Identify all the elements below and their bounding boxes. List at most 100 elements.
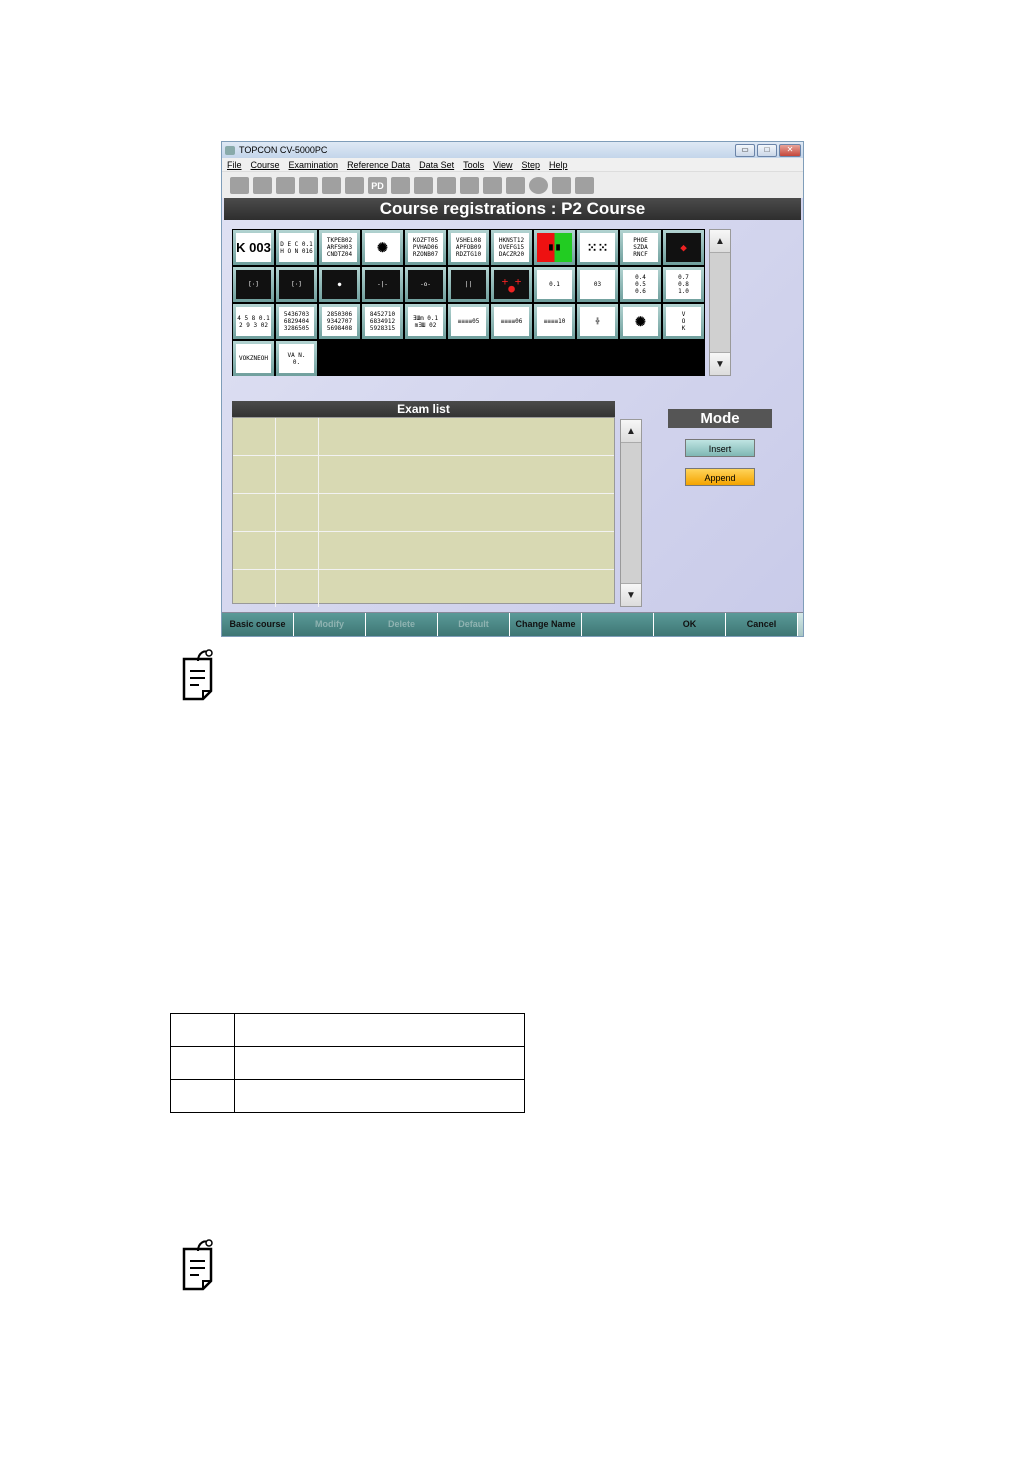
- chart-button[interactable]: -|-: [362, 267, 403, 302]
- chart-button[interactable]: -o-: [405, 267, 446, 302]
- grid-icon[interactable]: [437, 177, 456, 194]
- chart-button[interactable]: [·]: [276, 267, 317, 302]
- chart-button[interactable]: 2850306 9342707 5698408: [319, 304, 360, 339]
- chart-button[interactable]: [·]: [233, 267, 274, 302]
- exam-row[interactable]: [233, 532, 614, 570]
- cancel-button[interactable]: Cancel: [726, 613, 798, 636]
- book-icon[interactable]: [506, 177, 525, 194]
- ok-button[interactable]: OK: [654, 613, 726, 636]
- glasses-icon[interactable]: [276, 177, 295, 194]
- person2-icon[interactable]: [552, 177, 571, 194]
- chart-button[interactable]: VOKZNEOH: [233, 341, 274, 376]
- speech2-icon[interactable]: [483, 177, 502, 194]
- menu-view[interactable]: View: [493, 160, 512, 170]
- menu-reference-data[interactable]: Reference Data: [347, 160, 410, 170]
- table-cell: [234, 1013, 525, 1047]
- patient-icon[interactable]: [230, 177, 249, 194]
- menu-step[interactable]: Step: [522, 160, 541, 170]
- chart-button[interactable]: 4 5 8 0.1 2 9 3 02: [233, 304, 274, 339]
- mode-title: Mode: [668, 409, 772, 428]
- chart-button[interactable]: ||: [448, 267, 489, 302]
- page-title: Course registrations : P2 Course: [224, 198, 801, 220]
- lens-icon[interactable]: [299, 177, 318, 194]
- menu-examination[interactable]: Examination: [289, 160, 339, 170]
- chart-button[interactable]: 0.1: [534, 267, 575, 302]
- exam-scroll-down-button[interactable]: ▼: [621, 583, 641, 606]
- modify-button[interactable]: Modify: [294, 613, 366, 636]
- scroll-down-button[interactable]: ▼: [710, 352, 730, 375]
- blank-button[interactable]: [582, 613, 654, 636]
- append-button[interactable]: Append: [685, 468, 755, 486]
- chart-button[interactable]: ⁙⁙: [577, 230, 618, 265]
- delete-button[interactable]: Delete: [366, 613, 438, 636]
- insert-button[interactable]: Insert: [685, 439, 755, 457]
- speech-icon[interactable]: [460, 177, 479, 194]
- chart-thumbnail: PHOE SZDA RNCF: [623, 233, 658, 262]
- menu-course[interactable]: Course: [251, 160, 280, 170]
- chart-scrollbar[interactable]: ▲ ▼: [709, 229, 731, 376]
- chart-thumbnail: 0.4 0.5 0.6: [623, 270, 658, 299]
- exam-list: Exam list: [232, 401, 615, 607]
- chart-button[interactable]: 8452710 6834912 5928315: [362, 304, 403, 339]
- menu-data-set[interactable]: Data Set: [419, 160, 454, 170]
- chart-button[interactable]: 5436703 6829404 3286505: [276, 304, 317, 339]
- person-icon[interactable]: [253, 177, 272, 194]
- chart-button[interactable]: ≡≡≡≡06: [491, 304, 532, 339]
- chart-thumbnail: -o-: [408, 270, 443, 299]
- chart-button[interactable]: ≡≡≡≡05: [448, 304, 489, 339]
- minimize-button[interactable]: ▭: [735, 144, 755, 157]
- change-name-button[interactable]: Change Name: [510, 613, 582, 636]
- chart-button[interactable]: K 003: [233, 230, 274, 265]
- exam-row[interactable]: [233, 456, 614, 494]
- title-bar: TOPCON CV-5000PC ▭ □ ✕: [222, 142, 803, 158]
- va-icon[interactable]: [414, 177, 433, 194]
- exam-row[interactable]: [233, 418, 614, 456]
- chart-button[interactable]: ▇ ▇: [534, 230, 575, 265]
- chart-button[interactable]: ●: [319, 267, 360, 302]
- default-button[interactable]: Default: [438, 613, 510, 636]
- chart-button[interactable]: PHOE SZDA RNCF: [620, 230, 661, 265]
- chart-button[interactable]: ◆: [663, 230, 704, 265]
- scroll-up-button[interactable]: ▲: [710, 230, 730, 253]
- window-title: TOPCON CV-5000PC: [239, 145, 328, 155]
- wrench-icon[interactable]: [575, 177, 594, 194]
- maximize-button[interactable]: □: [757, 144, 777, 157]
- exam-scroll-up-button[interactable]: ▲: [621, 420, 641, 443]
- chart-thumbnail: HKNST12 OVEFG15 DACZR20: [494, 233, 529, 262]
- menu-tools[interactable]: Tools: [463, 160, 484, 170]
- menu-bar: File Course Examination Reference Data D…: [222, 158, 803, 171]
- card-icon[interactable]: [345, 177, 364, 194]
- data-icon[interactable]: [322, 177, 341, 194]
- circle-icon[interactable]: [529, 177, 548, 194]
- table-cell: [170, 1013, 235, 1047]
- chart-button[interactable]: HKNST12 OVEFG15 DACZR20: [491, 230, 532, 265]
- chart-button[interactable]: ƎШm 0.1 mƎШ 02: [405, 304, 446, 339]
- chart-button[interactable]: KOZFT05 PVHAD06 RZONB07: [405, 230, 446, 265]
- exam-row[interactable]: [233, 570, 614, 607]
- chart-button[interactable]: D E C 0.1 H O N 016: [276, 230, 317, 265]
- chart-button[interactable]: ✺: [620, 304, 661, 339]
- exam-row[interactable]: [233, 494, 614, 532]
- chart-button[interactable]: TKPEB02 ARFSH03 CNDTZ04: [319, 230, 360, 265]
- chart-button[interactable]: V O K: [663, 304, 704, 339]
- chart-button[interactable]: 0.7 0.8 1.0: [663, 267, 704, 302]
- basic-course-button[interactable]: Basic course: [222, 613, 294, 636]
- chart-button[interactable]: ╬: [577, 304, 618, 339]
- exam-list-body[interactable]: [232, 417, 615, 607]
- chart-button[interactable]: ✺: [362, 230, 403, 265]
- chart-button[interactable]: 0.4 0.5 0.6: [620, 267, 661, 302]
- exam-cell: [233, 418, 276, 455]
- chart-button[interactable]: VSHEL08 APFOB09 RDZTG10: [448, 230, 489, 265]
- close-button[interactable]: ✕: [779, 144, 801, 157]
- exam-scrollbar[interactable]: ▲ ▼: [620, 419, 642, 607]
- chart-button[interactable]: + + ●: [491, 267, 532, 302]
- pd-icon[interactable]: PD: [368, 177, 387, 194]
- square-icon[interactable]: [391, 177, 410, 194]
- chart-button[interactable]: VA N. 0.: [276, 341, 317, 376]
- menu-file[interactable]: File: [227, 160, 242, 170]
- table-cell: [170, 1079, 235, 1113]
- chart-button[interactable]: 03: [577, 267, 618, 302]
- menu-help[interactable]: Help: [549, 160, 568, 170]
- chart-button[interactable]: ≡≡≡≡10: [534, 304, 575, 339]
- exam-cell: [233, 494, 276, 531]
